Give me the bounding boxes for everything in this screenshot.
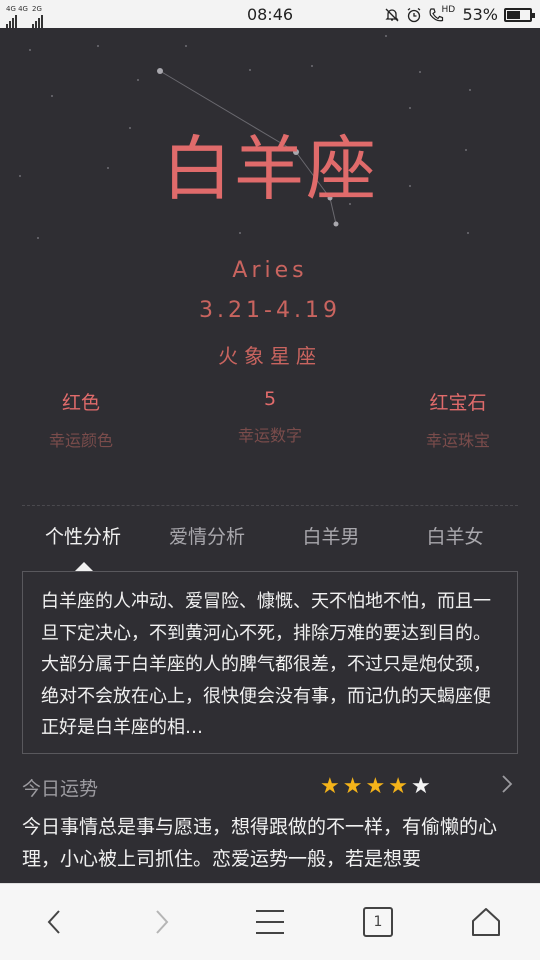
forward-button[interactable] <box>142 902 182 942</box>
back-button[interactable] <box>34 902 74 942</box>
lucky-number-label: 幸运数字 <box>237 426 302 445</box>
personality-description[interactable]: 白羊座的人冲动、爱冒险、慷慨、天不怕地不怕，而且一旦下定决心，不到黄河心不死，排… <box>22 571 518 754</box>
tab-aries-male[interactable]: 白羊男 <box>266 522 396 549</box>
menu-button[interactable] <box>250 902 290 942</box>
lucky-jewel: 红宝石 幸运珠宝 <box>368 388 540 451</box>
forward-icon <box>156 910 169 934</box>
star-filled-icon: ★ <box>388 774 408 799</box>
status-bar: 4G 4G 2G 08:46 HD 53% <box>0 0 540 28</box>
lucky-number-value: 5 <box>263 388 277 410</box>
daily-fortune-header[interactable]: 今日运势 ★ ★ ★ ★ ★ <box>22 772 518 804</box>
tab-aries-female[interactable]: 白羊女 <box>390 522 520 549</box>
daily-fortune-text: 今日事情总是事与愿违，想得跟做的不一样，有偷懒的心理，小心被上司抓住。恋爱运势一… <box>22 816 498 870</box>
tabs-button[interactable]: 1 <box>358 902 398 942</box>
browser-bottom-bar: 1 <box>0 883 540 960</box>
home-button[interactable] <box>466 902 506 942</box>
menu-icon <box>256 910 284 934</box>
tab-count: 1 <box>373 914 383 930</box>
zodiac-element: 火象星座 <box>218 344 322 368</box>
tab-love[interactable]: 爱情分析 <box>142 522 272 549</box>
zodiac-title: 白羊座 <box>162 128 378 210</box>
alarm-icon <box>406 7 422 23</box>
active-tab-pointer <box>75 562 93 571</box>
phone-hd-icon: HD <box>428 4 456 23</box>
status-icons: HD 53% <box>384 4 535 24</box>
lucky-jewel-label: 幸运珠宝 <box>425 431 490 450</box>
battery-percentage: 53% <box>462 5 498 24</box>
tab-personality[interactable]: 个性分析 <box>18 522 148 549</box>
lucky-color-label: 幸运颜色 <box>48 431 113 450</box>
hd-label: HD <box>441 4 456 15</box>
fortune-rating: ★ ★ ★ ★ ★ <box>320 774 431 799</box>
lucky-color: 红色 幸运颜色 <box>0 388 171 451</box>
back-icon <box>47 910 60 934</box>
battery-icon <box>504 7 535 22</box>
star-filled-icon: ★ <box>365 774 386 799</box>
lucky-color-value: 红色 <box>61 392 100 414</box>
lucky-jewel-value: 红宝石 <box>429 392 487 414</box>
lucky-number: 5 幸运数字 <box>180 388 360 446</box>
star-empty-icon: ★ <box>410 774 431 799</box>
home-icon <box>472 908 500 936</box>
mute-icon <box>384 7 400 23</box>
star-filled-icon: ★ <box>342 774 363 799</box>
zodiac-english-name: Aries <box>232 258 308 283</box>
section-divider <box>22 505 518 506</box>
daily-fortune-title: 今日运势 <box>22 778 99 800</box>
star-filled-icon: ★ <box>320 774 340 799</box>
zodiac-dates: 3.21-4.19 <box>199 298 341 323</box>
chevron-right-icon[interactable] <box>500 774 514 800</box>
analysis-tabs: 个性分析 爱情分析 白羊男 白羊女 <box>0 522 540 562</box>
